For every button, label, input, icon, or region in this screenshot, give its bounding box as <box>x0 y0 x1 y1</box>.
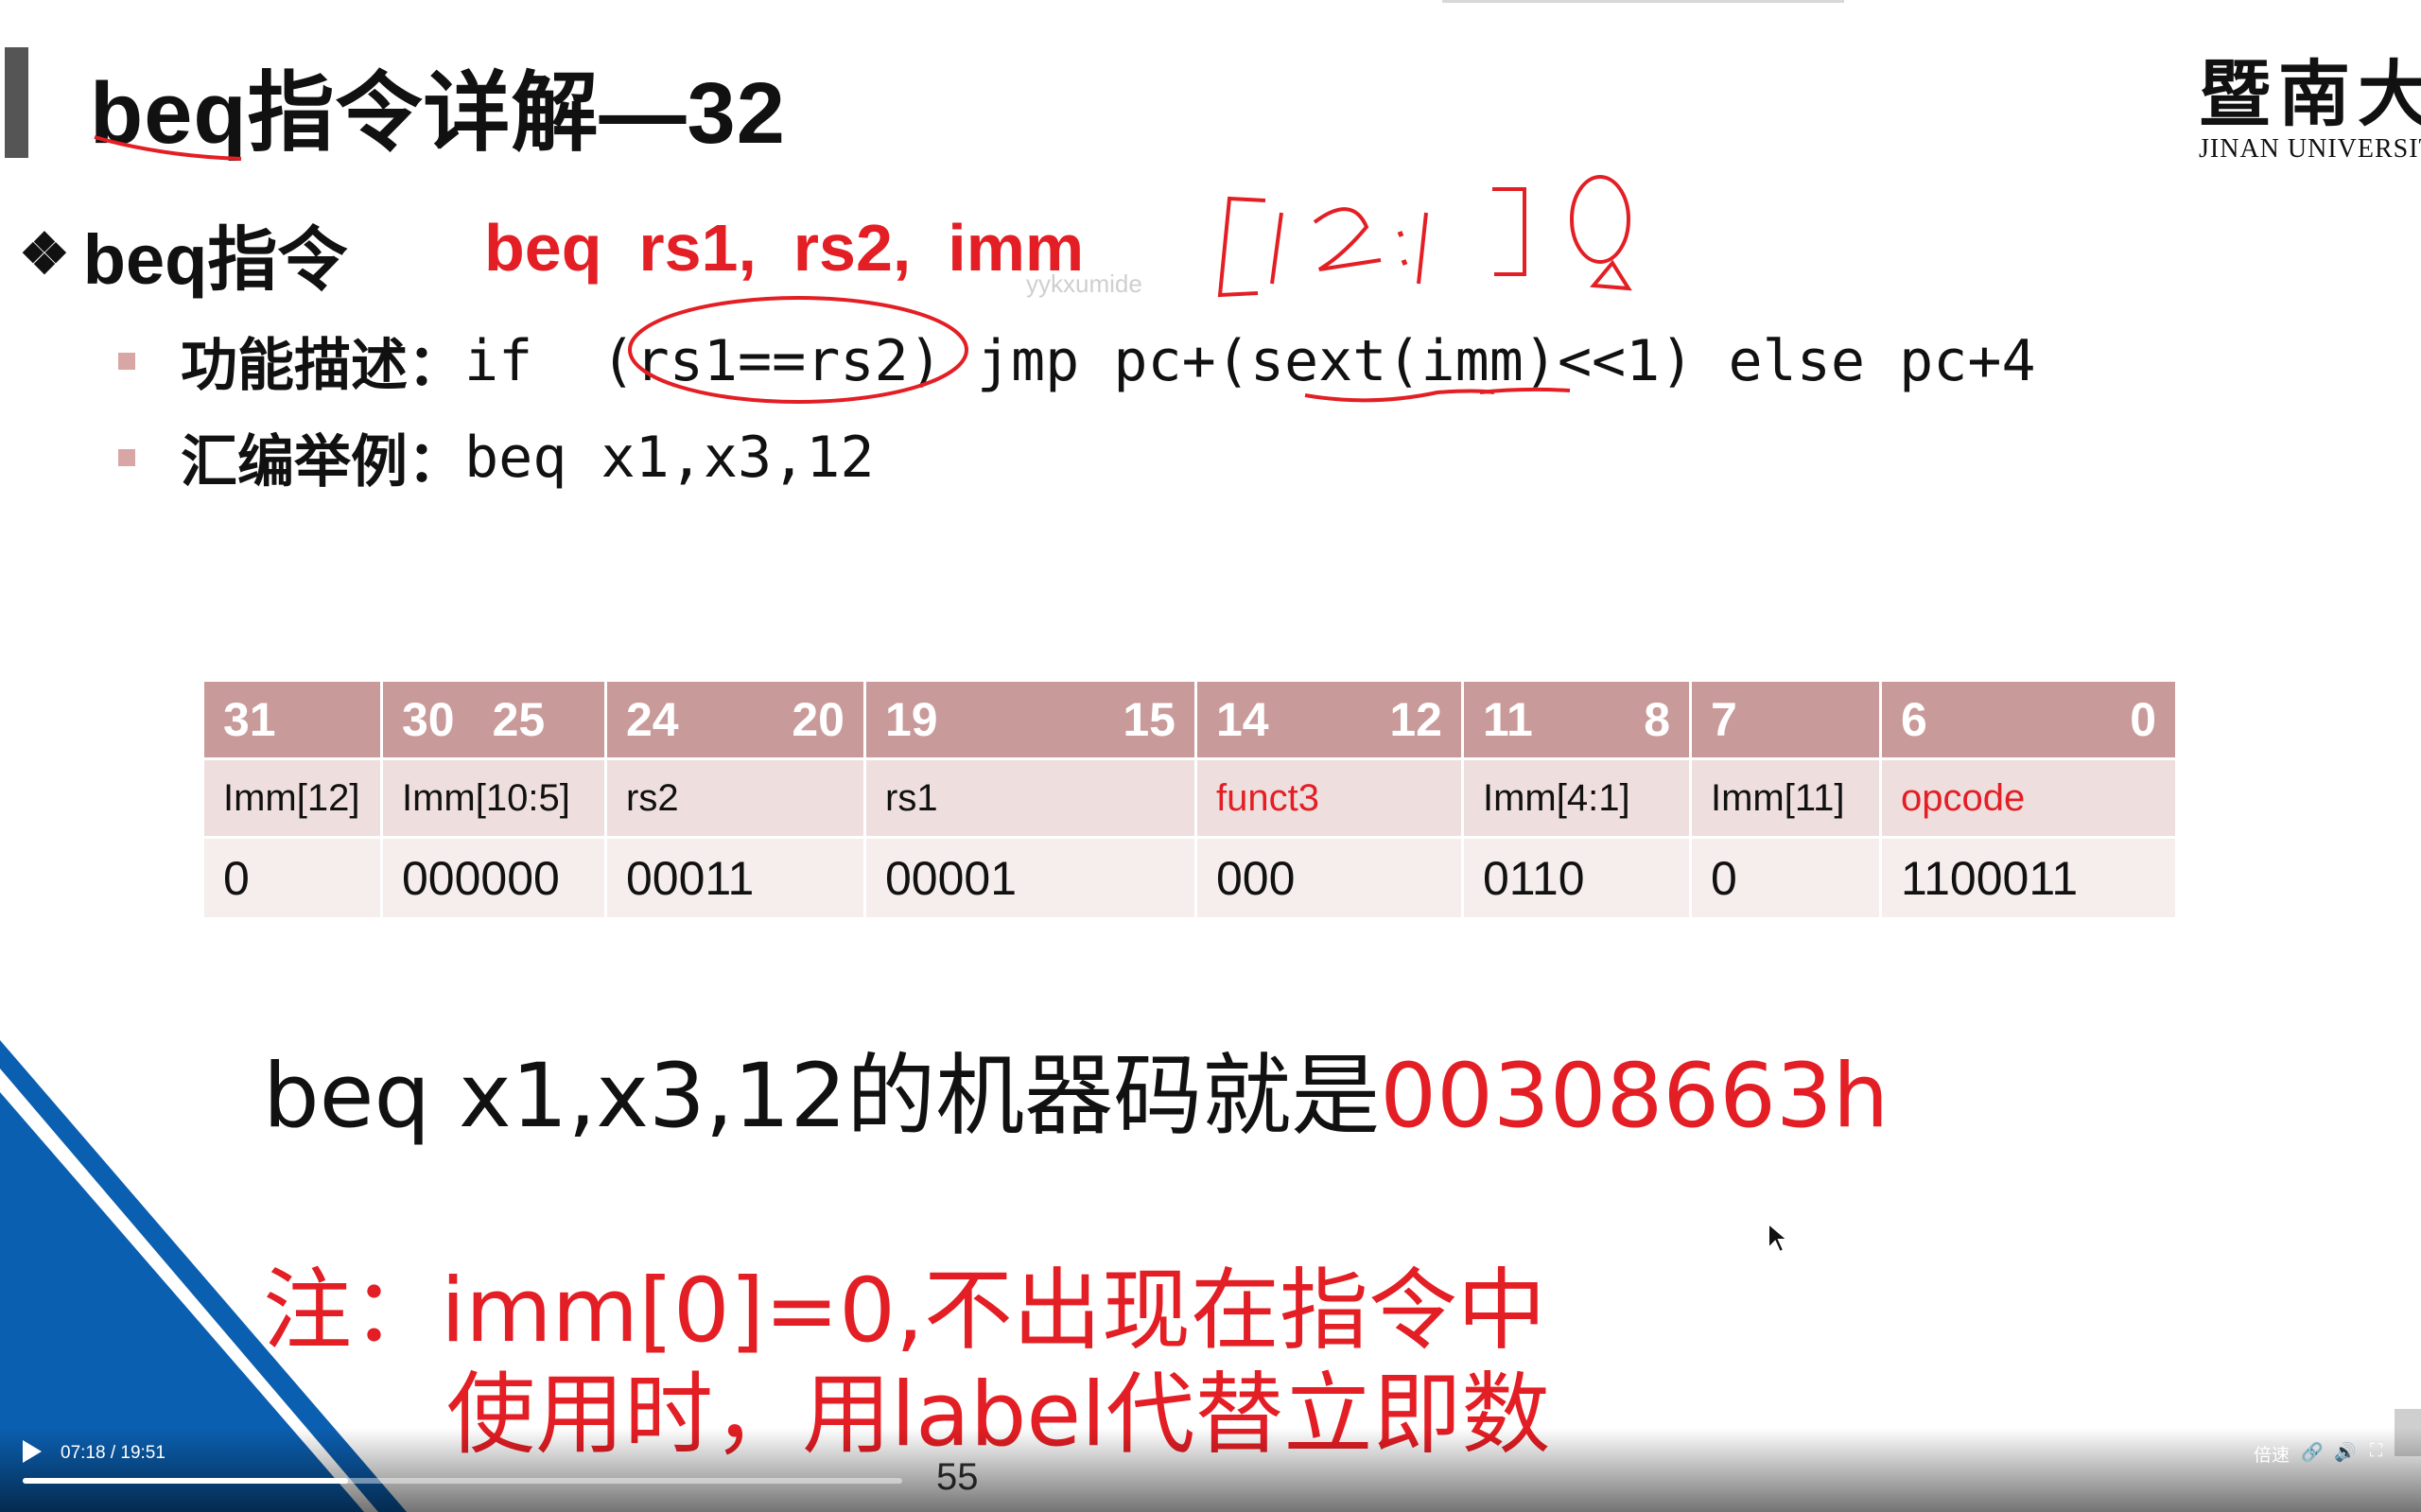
instruction-syntax: beq rs1, rs2, imm <box>484 211 1085 285</box>
digit-zero-stroke <box>1570 175 1630 264</box>
field-value-cell: 00011 <box>607 839 863 917</box>
field-name-cell: Imm[4:1] <box>1464 760 1689 836</box>
fullscreen-icon[interactable]: ⛶ <box>2370 1441 2382 1462</box>
bullet-label: beq指令 <box>82 220 348 299</box>
description-label: 功能描述： <box>181 333 464 399</box>
title-accent-bar <box>5 47 28 158</box>
diamond-bullet-icon: ❖ <box>19 221 70 286</box>
bit-header-cell: 24 20 <box>607 682 863 757</box>
bit-header-cell: 11 8 <box>1464 682 1689 757</box>
digit-one-stroke-2 <box>1417 212 1428 285</box>
field-value-row: 0 000000 00011 00001 000 0110 0 1100011 <box>204 839 2175 917</box>
colon-stroke <box>1397 231 1408 266</box>
field-value-cell: 0 <box>204 839 380 917</box>
field-name-cell: Imm[11] <box>1692 760 1879 836</box>
description-item: 功能描述： if (rs1==rs2) jmp pc+(sext(imm)<<1… <box>118 320 2036 402</box>
machine-code-hex: 00308663h <box>1380 1045 1890 1148</box>
field-name-cell: Imm[12] <box>204 760 380 836</box>
progress-fill <box>23 1478 349 1484</box>
digit-two-stroke <box>1313 207 1382 271</box>
speed-button[interactable]: 倍速 <box>2254 1441 2290 1467</box>
bit-header-cell: 31 <box>204 682 380 757</box>
machine-code-line: beq x1,x3,12的机器码就是00308663h <box>263 1024 1889 1153</box>
pen-marker-icon <box>1589 259 1632 291</box>
bit-header-cell: 7 <box>1692 682 1879 757</box>
university-logo: 暨南大学 JINAN UNIVERSITY <box>2199 36 2421 165</box>
video-control-bar <box>0 1428 2421 1512</box>
field-value-cell: 1100011 <box>1882 839 2175 917</box>
field-value-cell: 000000 <box>383 839 604 917</box>
slide-title: beq指令详解—32 <box>90 65 786 162</box>
field-value-cell: 0 <box>1692 839 1879 917</box>
play-icon[interactable] <box>23 1440 42 1463</box>
link-icon[interactable]: 🔗 <box>2301 1441 2324 1464</box>
field-value-cell: 00001 <box>866 839 1194 917</box>
logo-chinese: 暨南大学 <box>2199 52 2421 136</box>
field-name-cell: funct3 <box>1197 760 1461 836</box>
main-bullet: ❖ beq指令 <box>19 203 347 304</box>
mouse-cursor-icon <box>1768 1222 1789 1254</box>
bracket-stroke <box>1217 196 1266 298</box>
field-name-cell: Imm[10:5] <box>383 760 604 836</box>
bit-header-row: 31 30 25 24 20 19 15 14 12 11 8 7 60 <box>204 682 2175 757</box>
volume-icon[interactable]: 🔊 <box>2334 1441 2357 1464</box>
square-bullet-icon <box>118 352 135 370</box>
slide: beq指令详解—32 暨南大学 JINAN UNIVERSITY ❖ beq指令… <box>0 0 2421 1512</box>
logo-english: JINAN UNIVERSITY <box>2199 134 2421 164</box>
description-code: if (rs1==rs2) jmp pc+(sext(imm)<<1) else… <box>464 327 2036 394</box>
top-divider <box>1442 0 1844 3</box>
bit-header-cell: 30 25 <box>383 682 604 757</box>
watermark: yykxumide <box>1026 269 1142 298</box>
square-bullet-icon <box>118 448 135 466</box>
encoding-table: 31 30 25 24 20 19 15 14 12 11 8 7 60 Imm[12] … <box>201 679 2178 920</box>
example-label: 汇编举例： <box>181 429 464 495</box>
field-name-cell: opcode <box>1882 760 2175 836</box>
example-code: beq x1,x3,12 <box>464 424 875 491</box>
example-item: 汇编举例： beq x1,x3,12 <box>118 416 874 498</box>
field-name-cell: rs1 <box>866 760 1194 836</box>
close-bracket-stroke <box>1492 187 1526 276</box>
field-value-cell: 0110 <box>1464 839 1689 917</box>
bit-header-cell: 60 <box>1882 682 2175 757</box>
field-name-cell: rs2 <box>607 760 863 836</box>
field-name-row: Imm[12] Imm[10:5] rs2 rs1 funct3 Imm[4:1… <box>204 760 2175 836</box>
bit-header-cell: 19 15 <box>866 682 1194 757</box>
progress-bar[interactable] <box>23 1478 902 1484</box>
field-value-cell: 000 <box>1197 839 1461 917</box>
playback-time: 07:18 / 19:51 <box>61 1443 165 1463</box>
bit-header-cell: 14 12 <box>1197 682 1461 757</box>
digit-one-stroke <box>1270 212 1283 285</box>
